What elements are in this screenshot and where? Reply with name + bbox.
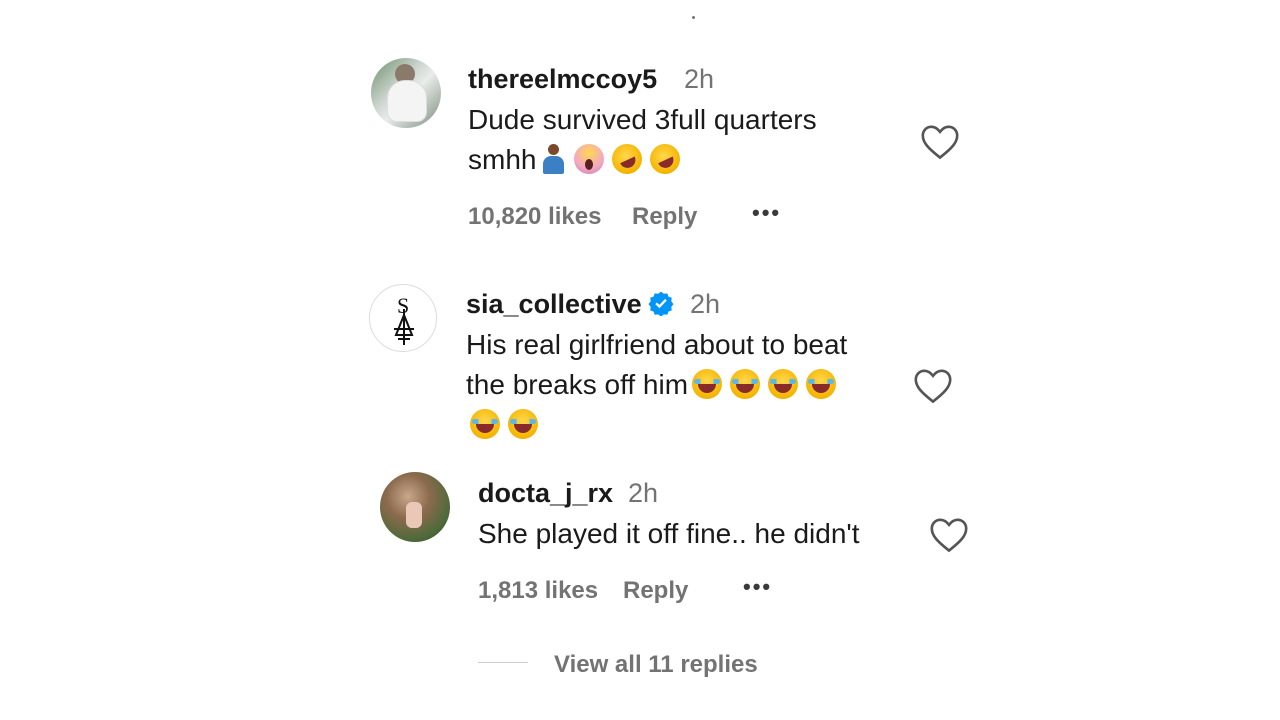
scroll-indicator-dot [692, 16, 695, 19]
sia-logo-icon: S [394, 293, 414, 345]
comment-text-line-1: She played it off fine.. he didn't [478, 518, 860, 549]
laughing-emoji-icon [692, 369, 723, 399]
rolling-laughing-emoji-icon [607, 139, 648, 179]
comment-text-line-2: smhh [468, 139, 686, 180]
verified-badge-icon [648, 291, 674, 316]
heart-icon[interactable] [913, 368, 953, 404]
avatar-body [387, 80, 427, 122]
rolling-laughing-emoji-icon [645, 139, 686, 179]
person-emoji-icon [540, 144, 566, 174]
heart-icon[interactable] [920, 124, 960, 160]
likes-count: 1,813 likes [478, 577, 599, 604]
likes-count: 10,820 likes [468, 203, 602, 230]
screaming-face-emoji-icon [574, 144, 605, 174]
comment-text-line-2: the breaks off him [466, 365, 840, 405]
comment-time: 2h [628, 478, 659, 508]
laughing-emoji-icon [508, 409, 538, 439]
laughing-emoji-icon [470, 409, 500, 439]
comment-time: 2h [690, 289, 721, 319]
avatar-sia-collective[interactable]: S [369, 284, 437, 352]
username-text: sia_collective [466, 289, 642, 319]
comment-username[interactable]: docta_j_rx [478, 478, 613, 509]
reply-button[interactable]: Reply [623, 577, 688, 605]
comment-time: 2h [684, 64, 715, 94]
more-options-icon[interactable]: ••• [752, 200, 781, 226]
avatar-thereelmccoy5[interactable] [371, 58, 441, 128]
avatar-figure [406, 502, 422, 528]
comment-text-line-3 [466, 405, 542, 445]
heart-icon[interactable] [929, 517, 969, 553]
replies-divider [478, 662, 528, 663]
comment-username[interactable]: thereelmccoy5 [468, 64, 657, 95]
comment-text: smhh [468, 144, 537, 175]
more-options-icon[interactable]: ••• [743, 574, 772, 600]
reply-button[interactable]: Reply [632, 203, 697, 231]
view-all-replies-button[interactable]: View all 11 replies [554, 651, 758, 679]
comment-username[interactable]: sia_collective [466, 289, 674, 320]
avatar-docta-j-rx[interactable] [380, 472, 450, 542]
laughing-emoji-icon [730, 369, 761, 399]
laughing-emoji-icon [768, 369, 799, 399]
comment-text-line-1: His real girlfriend about to beat [466, 329, 848, 360]
comment-text: the breaks off him [466, 369, 689, 400]
comment-text-line-1: Dude survived 3full quarters [468, 104, 817, 135]
laughing-emoji-icon [806, 369, 837, 399]
